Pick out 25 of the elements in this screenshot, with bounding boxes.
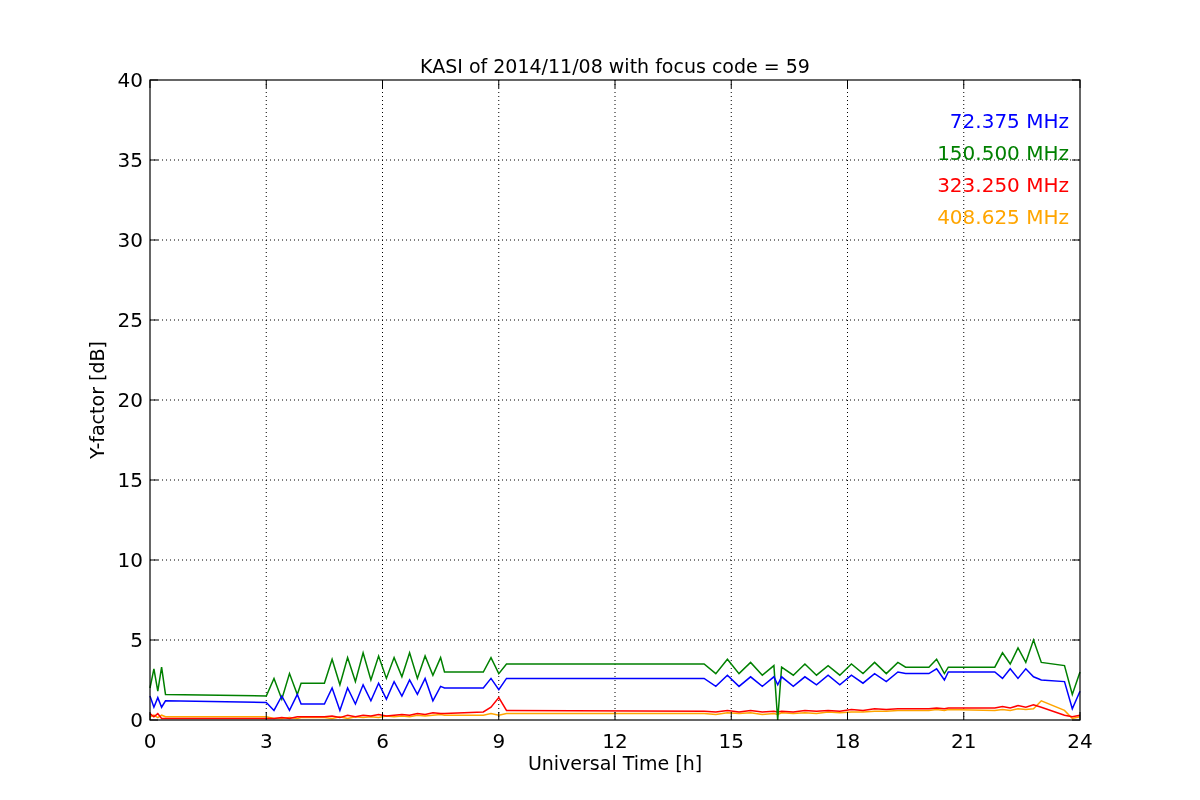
legend-label: 323.250 MHz xyxy=(937,173,1069,197)
tick-label: 20 xyxy=(117,388,143,412)
tick-label: 35 xyxy=(117,148,143,172)
tick-label: 15 xyxy=(718,729,744,753)
tick-label: 10 xyxy=(117,548,143,572)
tick-label: 15 xyxy=(117,468,143,492)
tick-label: 6 xyxy=(376,729,389,753)
tick-label: 5 xyxy=(130,628,143,652)
tick-label: 0 xyxy=(143,729,157,753)
tick-label: 40 xyxy=(117,68,143,92)
axis-label: Y-factor [dB] xyxy=(86,341,108,459)
tick-label: 18 xyxy=(834,729,861,753)
tick-label: 21 xyxy=(951,729,977,753)
tick-label: 24 xyxy=(1067,729,1093,753)
legend-label: 72.375 MHz xyxy=(949,109,1069,133)
legend-label: 408.625 MHz xyxy=(937,205,1069,229)
chart-title: KASI of 2014/11/08 with focus code = 59 xyxy=(420,55,810,77)
legend-label: 150.500 MHz xyxy=(937,141,1069,165)
tick-label: 3 xyxy=(259,729,273,753)
tick-label: 9 xyxy=(492,729,506,753)
tick-label: 0 xyxy=(130,708,143,732)
axis-label: Universal Time [h] xyxy=(527,752,703,774)
tick-label: 30 xyxy=(117,228,143,252)
tick-label: 25 xyxy=(117,308,143,332)
tick-label: 12 xyxy=(602,729,628,753)
